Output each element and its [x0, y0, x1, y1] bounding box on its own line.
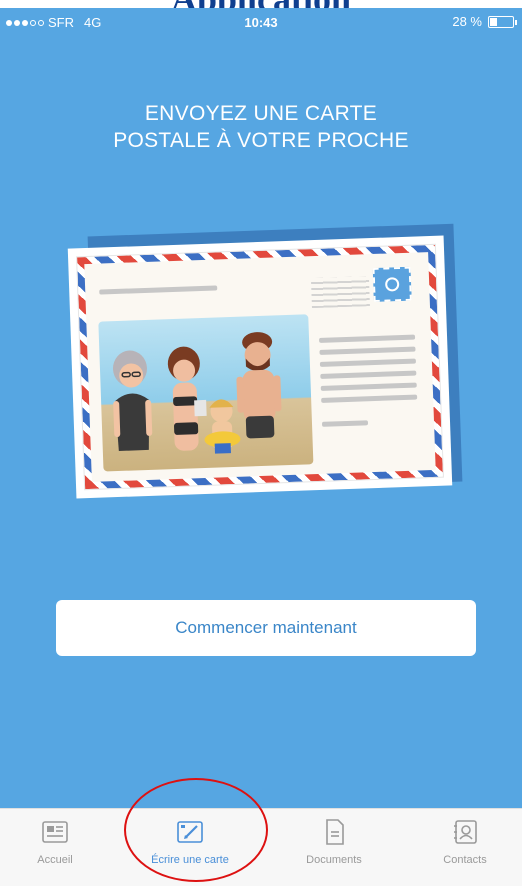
message-line [319, 358, 416, 367]
status-right: 28 % [452, 14, 517, 29]
postcard-paper [84, 252, 436, 482]
message-line [319, 346, 416, 355]
document-icon [326, 819, 344, 845]
tab-label: Documents [306, 854, 362, 866]
battery-fill [490, 17, 497, 26]
message-line [320, 370, 417, 379]
postmark-icon [310, 276, 370, 309]
battery-icon [488, 15, 517, 28]
message-line [321, 394, 418, 403]
contacts-icon [454, 820, 477, 844]
write-card-icon [177, 821, 203, 843]
tab-label: Accueil [37, 854, 73, 866]
tab-bar: Accueil Écrire une carte Documents Conta… [0, 808, 522, 886]
page-title: ENVOYEZ UNE CARTE POSTALE À VOTRE PROCHE [0, 100, 522, 154]
newspaper-icon [42, 821, 68, 843]
message-line [320, 382, 417, 391]
tab-documents[interactable]: Documents [279, 817, 389, 881]
tab-contacts[interactable]: Contacts [410, 817, 520, 881]
page-title-line2: POSTALE À VOTRE PROCHE [113, 129, 409, 152]
tab-accueil[interactable]: Accueil [0, 817, 110, 881]
tab-label: Contacts [443, 854, 487, 866]
battery-percent: 28 % [452, 14, 482, 29]
status-time: 10:43 [244, 15, 278, 30]
tab-label: Écrire une carte [151, 854, 229, 866]
page-title-line1: ENVOYEZ UNE CARTE [144, 102, 378, 125]
app-screen: SFR 4G 10:43 28 % ENVOYEZ UNE CARTE POST… [0, 8, 522, 808]
address-line [99, 285, 218, 295]
beach-family-illustration [112, 332, 282, 454]
signature-line [321, 420, 369, 427]
postcard-illustration [67, 235, 453, 499]
tab-ecrire-une-carte[interactable]: Écrire une carte [135, 817, 245, 881]
stamp-icon [372, 266, 412, 302]
start-now-button[interactable]: Commencer maintenant [56, 600, 476, 656]
airmail-border [76, 243, 444, 491]
status-bar: SFR 4G 10:43 28 % [0, 8, 522, 38]
message-line [319, 334, 416, 343]
family-photo [98, 314, 314, 472]
